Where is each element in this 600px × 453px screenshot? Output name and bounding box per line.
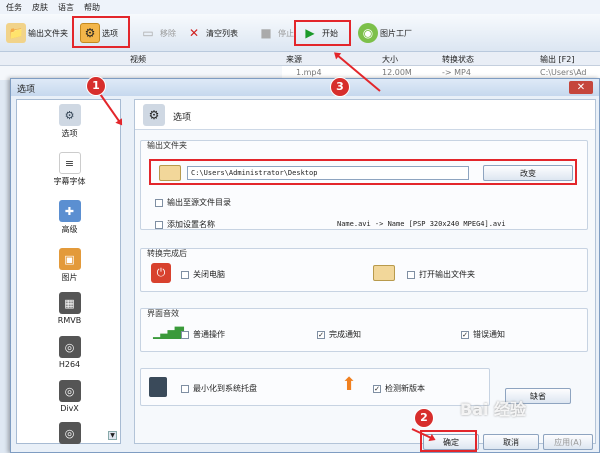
sidebar-item-subtitle-font[interactable]: ≡ 字幕字体	[17, 152, 122, 187]
sidebar-item-h264[interactable]: ◎ H264	[17, 336, 122, 369]
sidebar-item-options[interactable]: ⚙ 选项	[17, 104, 122, 139]
document-icon: ≡	[58, 152, 81, 174]
step-marker-1: 1	[86, 76, 106, 96]
menu-language[interactable]: 语言	[58, 2, 74, 13]
picture-factory-icon: ◉	[358, 23, 378, 43]
sound-group: 界面音效 ▁▃▅▇ 普通操作 ✓ 完成通知 ✓ 错误通知	[140, 308, 588, 352]
col-size[interactable]: 大小	[382, 54, 398, 65]
watermark: Bai 经验	[460, 400, 527, 419]
after-conversion-title: 转换完成后	[147, 249, 187, 258]
film-icon: ▦	[58, 292, 81, 314]
update-arrow-icon: ⬆	[341, 374, 357, 395]
panel-header: ⚙ 选项	[135, 100, 595, 130]
step-marker-2: 2	[414, 408, 434, 428]
add-setting-name-checkbox[interactable]: 添加设置名称	[155, 219, 215, 230]
stop-button[interactable]: ■ 停止	[256, 20, 294, 46]
col-output[interactable]: 输出 [F2]	[540, 54, 574, 65]
sidebar-item-picture[interactable]: ▣ 图片	[17, 248, 122, 283]
menu-skin[interactable]: 皮肤	[32, 2, 48, 13]
left-pane-header: 视频	[0, 52, 282, 66]
step-marker-3: 3	[330, 77, 350, 97]
film-reel-icon: ◎	[58, 380, 81, 402]
volume-bars-icon: ▁▃▅▇	[153, 325, 184, 339]
menu-bar: 任务 皮肤 语言 帮助	[0, 0, 600, 14]
cancel-button[interactable]: 取消	[483, 434, 539, 450]
picture-factory-button[interactable]: ◉ 图片工厂	[358, 20, 412, 46]
stop-icon: ■	[260, 26, 272, 40]
options-panel: ⚙ 选项 输出文件夹 C:\Users\Administrator\Deskto…	[134, 99, 596, 444]
sidebar-item-more[interactable]: ◎	[17, 422, 122, 446]
video-header-label: 视频	[130, 55, 146, 64]
panel-title: 选项	[173, 113, 192, 123]
output-folder-button[interactable]: 📁 输出文件夹	[6, 20, 68, 46]
sidebar-scroll-down[interactable]: ▼	[108, 431, 117, 440]
output-folder-title: 输出文件夹	[147, 141, 187, 150]
options-gear-icon: ⚙	[143, 104, 165, 126]
open-output-folder-checkbox[interactable]: 打开输出文件夹	[407, 269, 475, 280]
menu-help[interactable]: 帮助	[84, 2, 100, 13]
options-icon: ⚙	[58, 104, 81, 126]
menu-task[interactable]: 任务	[6, 2, 22, 13]
folder-icon: 📁	[6, 23, 26, 43]
open-folder-icon	[373, 265, 395, 281]
picture-icon: ▣	[58, 248, 81, 270]
minimize-tray-checkbox[interactable]: 最小化到系统托盘	[181, 383, 257, 394]
remove-icon: ▭	[142, 26, 154, 40]
path-highlight	[149, 159, 577, 185]
advanced-icon: ✚	[58, 200, 81, 222]
film-reel-icon: ◎	[58, 336, 81, 358]
normal-operation-checkbox[interactable]: 普通操作	[181, 329, 225, 340]
film-reel-icon: ◎	[58, 422, 81, 444]
sidebar-item-rmvb[interactable]: ▦ RMVB	[17, 292, 122, 325]
sound-title: 界面音效	[147, 309, 179, 318]
col-status[interactable]: 转换状态	[442, 54, 474, 65]
apply-button[interactable]: 应用(A)	[543, 434, 593, 450]
name-example: Name.avi -> Name [PSP 320x240 MPEG4].avi	[337, 220, 506, 228]
complete-notify-checkbox[interactable]: ✓ 完成通知	[317, 329, 361, 340]
check-update-checkbox[interactable]: ✓ 检测新版本	[373, 383, 425, 394]
clear-x-icon: ✕	[188, 26, 200, 40]
clear-list-button[interactable]: ✕ 清空列表	[184, 20, 238, 46]
misc-group: 最小化到系统托盘 ⬆ ✓ 检测新版本	[140, 368, 490, 406]
output-folder-group: 输出文件夹 C:\Users\Administrator\Desktop 改变 …	[140, 140, 588, 230]
dialog-close-button[interactable]: ✕	[569, 81, 593, 94]
sidebar-item-advanced[interactable]: ✚ 高级	[17, 200, 122, 235]
col-source[interactable]: 来源	[286, 54, 302, 65]
file-list-header: 来源 大小 转换状态 输出 [F2]	[282, 52, 600, 66]
power-icon: ⏻	[151, 263, 171, 283]
start-highlight	[294, 20, 351, 46]
remove-button[interactable]: ▭ 移除	[138, 20, 176, 46]
tray-icon	[149, 377, 167, 397]
error-notify-checkbox[interactable]: ✓ 错误通知	[461, 329, 505, 340]
shutdown-checkbox[interactable]: 关闭电脑	[181, 269, 225, 280]
after-conversion-group: 转换完成后 ⏻ 关闭电脑 打开输出文件夹	[140, 248, 588, 292]
to-source-folder-checkbox[interactable]: 输出至源文件目录	[155, 197, 231, 208]
options-highlight	[72, 16, 130, 48]
sidebar-item-divx[interactable]: ◎ DivX	[17, 380, 122, 413]
options-sidebar: ⚙ 选项 ≡ 字幕字体 ✚ 高级 ▣ 图片 ▦ RMVB ◎ H264 ◎ Di…	[16, 99, 121, 444]
